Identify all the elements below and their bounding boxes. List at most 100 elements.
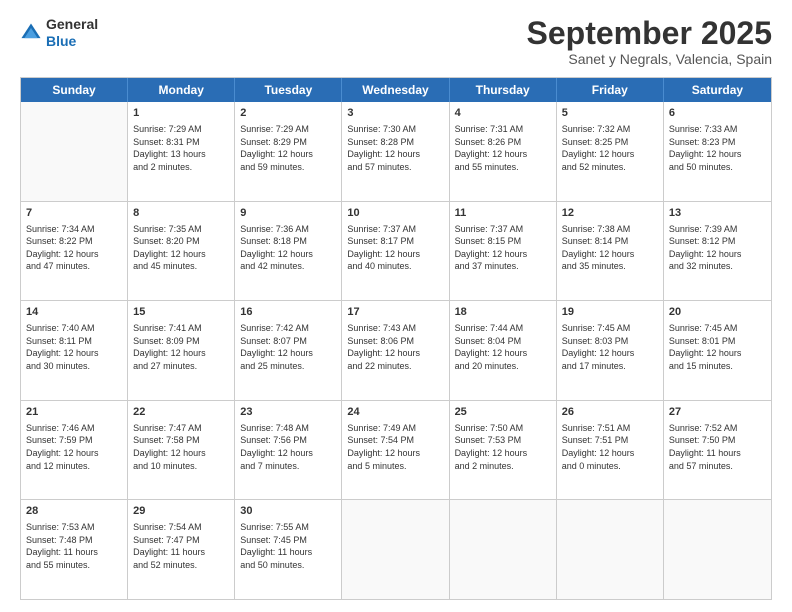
logo: General Blue <box>20 16 98 50</box>
day-cell-24: 24Sunrise: 7:49 AM Sunset: 7:54 PM Dayli… <box>342 401 449 500</box>
title-block: September 2025 Sanet y Negrals, Valencia… <box>527 16 772 67</box>
day-info: Sunrise: 7:39 AM Sunset: 8:12 PM Dayligh… <box>669 223 766 273</box>
calendar: SundayMondayTuesdayWednesdayThursdayFrid… <box>20 77 772 600</box>
header-day-monday: Monday <box>128 78 235 102</box>
day-cell-13: 13 Sunrise: 7:39 AM Sunset: 8:12 PM Dayli… <box>664 202 771 301</box>
logo-icon <box>20 22 42 44</box>
day-cell-11: 11Sunrise: 7:37 AM Sunset: 8:15 PM Dayli… <box>450 202 557 301</box>
day-cell-17: 17 Sunrise: 7:43 AM Sunset: 8:06 PM Dayli… <box>342 301 449 400</box>
header: General Blue September 2025 Sanet y Negr… <box>20 16 772 67</box>
day-cell-26: 26Sunrise: 7:51 AM Sunset: 7:51 PM Dayli… <box>557 401 664 500</box>
day-cell-14: 14 Sunrise: 7:40 AM Sunset: 8:11 PM Dayli… <box>21 301 128 400</box>
day-cell-30: 30 Sunrise: 7:55 AM Sunset: 7:45 PM Dayli… <box>235 500 342 599</box>
day-number: 23 <box>240 405 336 420</box>
day-info: Sunrise: 7:35 AM Sunset: 8:20 PM Dayligh… <box>133 223 229 273</box>
day-info: Sunrise: 7:46 AM Sunset: 7:59 PM Dayligh… <box>26 422 122 472</box>
day-number: 9 <box>240 206 336 221</box>
day-cell-9: 9Sunrise: 7:36 AM Sunset: 8:18 PM Daylig… <box>235 202 342 301</box>
day-number: 16 <box>240 305 336 320</box>
day-cell-19: 19Sunrise: 7:45 AM Sunset: 8:03 PM Dayli… <box>557 301 664 400</box>
day-number: 3 <box>347 106 443 121</box>
day-cell-empty-4-6 <box>664 500 771 599</box>
day-info: Sunrise: 7:37 AM Sunset: 8:17 PM Dayligh… <box>347 223 443 273</box>
day-info: Sunrise: 7:29 AM Sunset: 8:29 PM Dayligh… <box>240 123 336 173</box>
day-cell-7: 7Sunrise: 7:34 AM Sunset: 8:22 PM Daylig… <box>21 202 128 301</box>
header-day-wednesday: Wednesday <box>342 78 449 102</box>
day-number: 1 <box>133 106 229 121</box>
day-info: Sunrise: 7:45 AM Sunset: 8:03 PM Dayligh… <box>562 322 658 372</box>
logo-text: General Blue <box>46 16 98 50</box>
day-number: 22 <box>133 405 229 420</box>
day-info: Sunrise: 7:29 AM Sunset: 8:31 PM Dayligh… <box>133 123 229 173</box>
day-cell-21: 21 Sunrise: 7:46 AM Sunset: 7:59 PM Dayli… <box>21 401 128 500</box>
header-day-saturday: Saturday <box>664 78 771 102</box>
day-info: Sunrise: 7:45 AM Sunset: 8:01 PM Dayligh… <box>669 322 766 372</box>
day-cell-8: 8 Sunrise: 7:35 AM Sunset: 8:20 PM Daylig… <box>128 202 235 301</box>
week-row-2: 7Sunrise: 7:34 AM Sunset: 8:22 PM Daylig… <box>21 202 771 302</box>
day-cell-27: 27 Sunrise: 7:52 AM Sunset: 7:50 PM Dayli… <box>664 401 771 500</box>
day-cell-empty-4-5 <box>557 500 664 599</box>
day-number: 17 <box>347 305 443 320</box>
day-info: Sunrise: 7:41 AM Sunset: 8:09 PM Dayligh… <box>133 322 229 372</box>
logo-blue: Blue <box>46 33 98 50</box>
header-day-tuesday: Tuesday <box>235 78 342 102</box>
day-number: 20 <box>669 305 766 320</box>
day-cell-2: 2 Sunrise: 7:29 AM Sunset: 8:29 PM Daylig… <box>235 102 342 201</box>
day-number: 2 <box>240 106 336 121</box>
day-number: 14 <box>26 305 122 320</box>
day-number: 18 <box>455 305 551 320</box>
day-cell-1: 1 Sunrise: 7:29 AM Sunset: 8:31 PM Daylig… <box>128 102 235 201</box>
day-info: Sunrise: 7:54 AM Sunset: 7:47 PM Dayligh… <box>133 521 229 571</box>
day-cell-28: 28 Sunrise: 7:53 AM Sunset: 7:48 PM Dayli… <box>21 500 128 599</box>
day-info: Sunrise: 7:47 AM Sunset: 7:58 PM Dayligh… <box>133 422 229 472</box>
day-cell-3: 3 Sunrise: 7:30 AM Sunset: 8:28 PM Daylig… <box>342 102 449 201</box>
day-cell-15: 15 Sunrise: 7:41 AM Sunset: 8:09 PM Dayli… <box>128 301 235 400</box>
day-info: Sunrise: 7:55 AM Sunset: 7:45 PM Dayligh… <box>240 521 336 571</box>
day-cell-25: 25Sunrise: 7:50 AM Sunset: 7:53 PM Dayli… <box>450 401 557 500</box>
day-info: Sunrise: 7:49 AM Sunset: 7:54 PM Dayligh… <box>347 422 443 472</box>
day-info: Sunrise: 7:53 AM Sunset: 7:48 PM Dayligh… <box>26 521 122 571</box>
page: General Blue September 2025 Sanet y Negr… <box>0 0 792 612</box>
day-number: 30 <box>240 504 336 519</box>
week-row-5: 28 Sunrise: 7:53 AM Sunset: 7:48 PM Dayli… <box>21 500 771 599</box>
day-cell-18: 18 Sunrise: 7:44 AM Sunset: 8:04 PM Dayli… <box>450 301 557 400</box>
day-info: Sunrise: 7:52 AM Sunset: 7:50 PM Dayligh… <box>669 422 766 472</box>
week-row-1: 1 Sunrise: 7:29 AM Sunset: 8:31 PM Daylig… <box>21 102 771 202</box>
header-day-friday: Friday <box>557 78 664 102</box>
day-info: Sunrise: 7:44 AM Sunset: 8:04 PM Dayligh… <box>455 322 551 372</box>
day-number: 4 <box>455 106 551 121</box>
day-cell-4: 4 Sunrise: 7:31 AM Sunset: 8:26 PM Daylig… <box>450 102 557 201</box>
day-cell-empty-0-0 <box>21 102 128 201</box>
day-info: Sunrise: 7:31 AM Sunset: 8:26 PM Dayligh… <box>455 123 551 173</box>
day-number: 21 <box>26 405 122 420</box>
day-cell-29: 29 Sunrise: 7:54 AM Sunset: 7:47 PM Dayli… <box>128 500 235 599</box>
day-info: Sunrise: 7:34 AM Sunset: 8:22 PM Dayligh… <box>26 223 122 273</box>
calendar-title: September 2025 <box>527 16 772 51</box>
week-row-3: 14 Sunrise: 7:40 AM Sunset: 8:11 PM Dayli… <box>21 301 771 401</box>
day-number: 28 <box>26 504 122 519</box>
day-cell-5: 5Sunrise: 7:32 AM Sunset: 8:25 PM Daylig… <box>557 102 664 201</box>
day-number: 15 <box>133 305 229 320</box>
day-number: 10 <box>347 206 443 221</box>
day-info: Sunrise: 7:40 AM Sunset: 8:11 PM Dayligh… <box>26 322 122 372</box>
day-info: Sunrise: 7:43 AM Sunset: 8:06 PM Dayligh… <box>347 322 443 372</box>
day-info: Sunrise: 7:38 AM Sunset: 8:14 PM Dayligh… <box>562 223 658 273</box>
calendar-header-row: SundayMondayTuesdayWednesdayThursdayFrid… <box>21 78 771 102</box>
day-number: 13 <box>669 206 766 221</box>
day-number: 29 <box>133 504 229 519</box>
day-info: Sunrise: 7:37 AM Sunset: 8:15 PM Dayligh… <box>455 223 551 273</box>
day-number: 8 <box>133 206 229 221</box>
day-info: Sunrise: 7:48 AM Sunset: 7:56 PM Dayligh… <box>240 422 336 472</box>
day-number: 12 <box>562 206 658 221</box>
day-info: Sunrise: 7:30 AM Sunset: 8:28 PM Dayligh… <box>347 123 443 173</box>
day-cell-16: 16Sunrise: 7:42 AM Sunset: 8:07 PM Dayli… <box>235 301 342 400</box>
header-day-sunday: Sunday <box>21 78 128 102</box>
day-number: 5 <box>562 106 658 121</box>
day-cell-22: 22 Sunrise: 7:47 AM Sunset: 7:58 PM Dayli… <box>128 401 235 500</box>
day-cell-23: 23 Sunrise: 7:48 AM Sunset: 7:56 PM Dayli… <box>235 401 342 500</box>
day-cell-10: 10 Sunrise: 7:37 AM Sunset: 8:17 PM Dayli… <box>342 202 449 301</box>
header-day-thursday: Thursday <box>450 78 557 102</box>
day-info: Sunrise: 7:51 AM Sunset: 7:51 PM Dayligh… <box>562 422 658 472</box>
day-cell-20: 20 Sunrise: 7:45 AM Sunset: 8:01 PM Dayli… <box>664 301 771 400</box>
day-number: 27 <box>669 405 766 420</box>
